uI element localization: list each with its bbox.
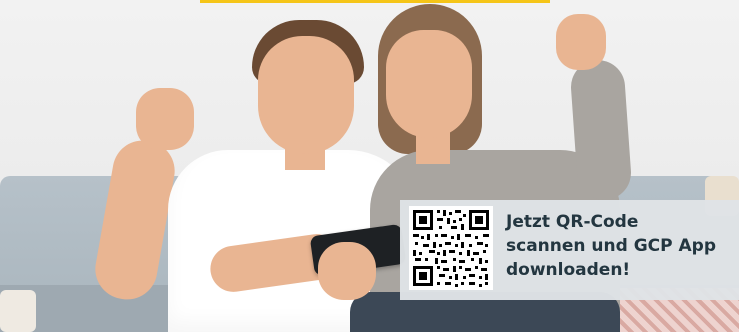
qr-text-line-1: Jetzt QR-Code bbox=[506, 212, 639, 232]
man-face bbox=[258, 36, 354, 154]
pillow-left bbox=[0, 290, 36, 332]
promo-banner: Jetzt QR-Code scannen und GCP App downlo… bbox=[0, 0, 739, 332]
hand-holding-phone bbox=[318, 242, 376, 300]
man-raised-fist bbox=[136, 88, 194, 150]
qr-call-to-action: Jetzt QR-Code scannen und GCP App downlo… bbox=[506, 210, 734, 282]
qr-code-icon[interactable] bbox=[409, 206, 493, 290]
woman-raised-fist bbox=[556, 14, 606, 70]
qr-text-line-3: downloaden! bbox=[506, 260, 631, 280]
qr-code-graphic bbox=[409, 206, 493, 290]
accent-bar bbox=[200, 0, 550, 3]
woman-raised-arm bbox=[569, 58, 633, 202]
qr-text-line-2: scannen und GCP App bbox=[506, 236, 717, 256]
woman-face bbox=[386, 30, 472, 138]
